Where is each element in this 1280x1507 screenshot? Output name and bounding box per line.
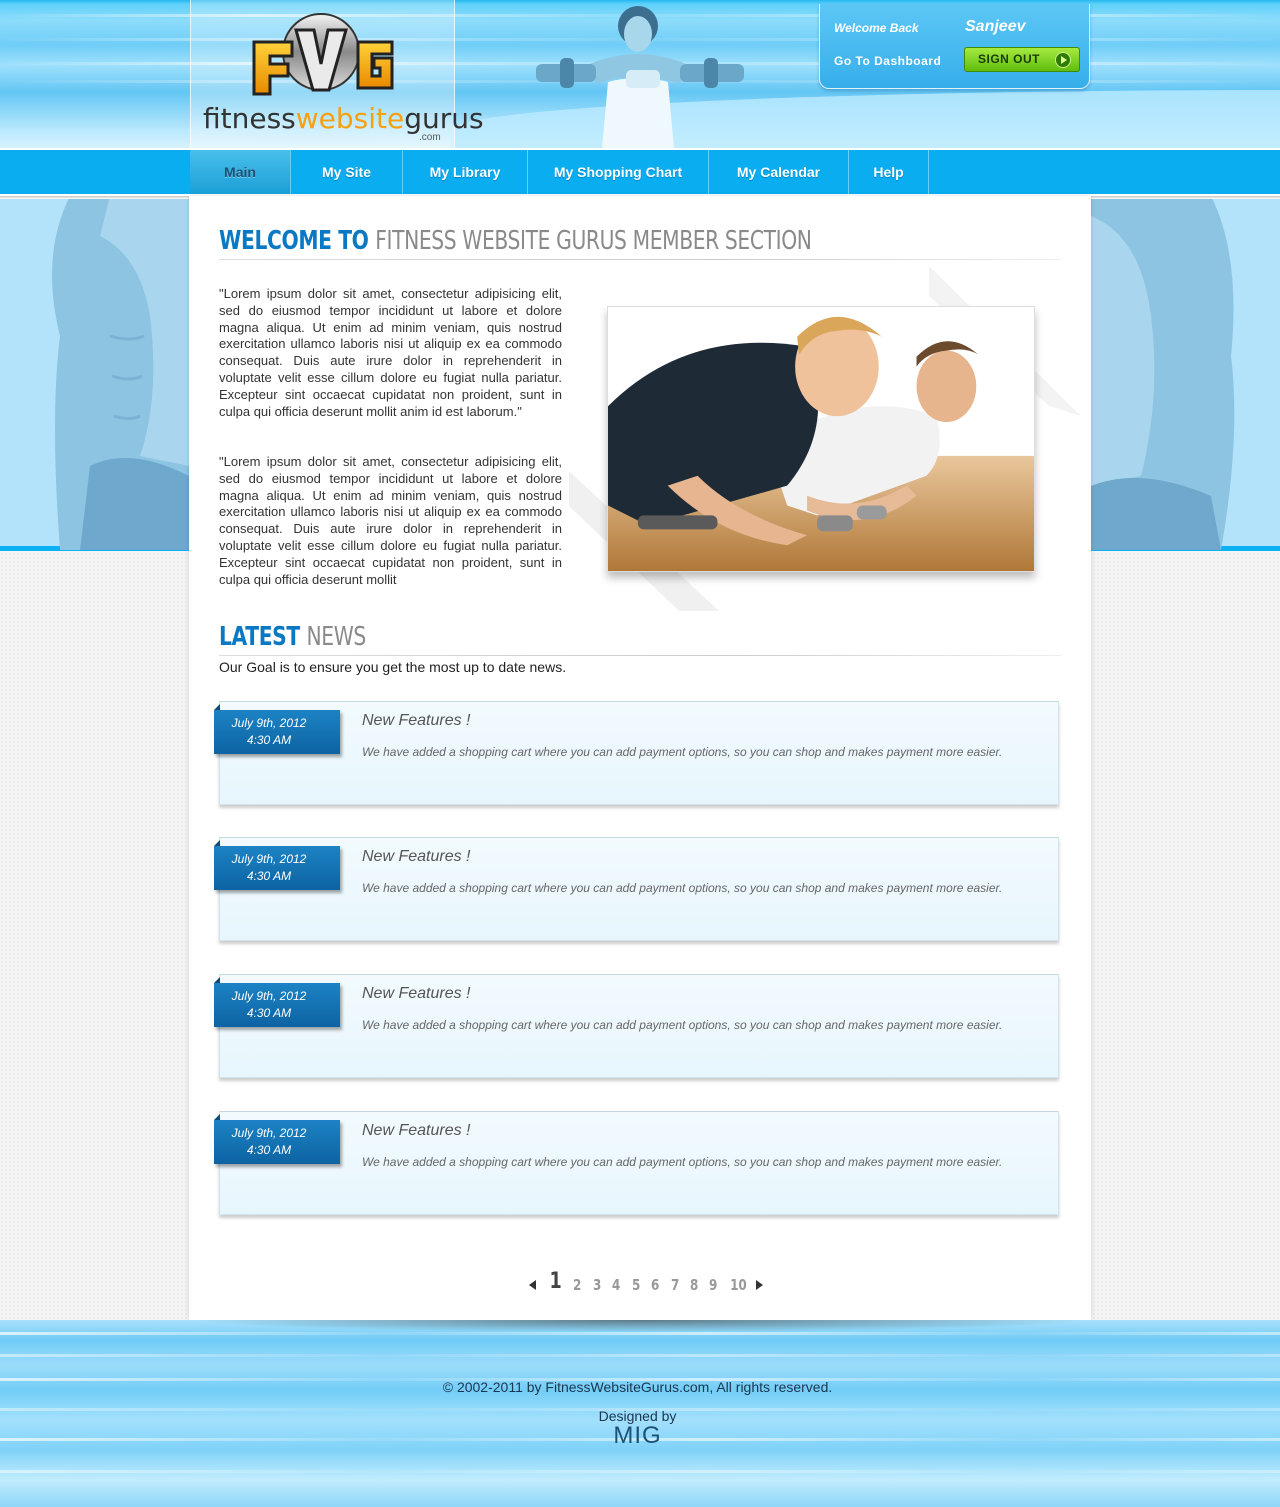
page-link-7[interactable]: 7: [671, 1276, 679, 1294]
copyright-text: © 2002-2011 by FitnessWebsiteGurus.com, …: [442, 1379, 833, 1395]
news-text: We have added a shopping cart where you …: [362, 1155, 1003, 1169]
page-link-1[interactable]: 1: [550, 1270, 562, 1294]
news-date: July 9th, 2012: [231, 1126, 307, 1140]
nav-item-my-site[interactable]: My Site: [291, 150, 403, 194]
welcome-paragraph-1: "Lorem ipsum dolor sit amet, consectetur…: [219, 286, 562, 419]
page-link-5[interactable]: 5: [632, 1276, 640, 1294]
nav-item-my-shopping-chart[interactable]: My Shopping Chart: [528, 150, 709, 194]
dashboard-link[interactable]: Go To Dashboard: [834, 54, 941, 68]
logo-wordmark: fitnesswebsitegurus: [203, 102, 484, 135]
welcome-back-label: Welcome Back: [834, 21, 919, 35]
news-divider: [219, 655, 1061, 656]
featured-photo-frame: [569, 266, 1081, 611]
logo[interactable]: fitnesswebsitegurus .com: [190, 0, 484, 148]
news-item[interactable]: July 9th, 2012 4:30 AM New Features ! We…: [214, 974, 1059, 1078]
news-item[interactable]: July 9th, 2012 4:30 AM New Features ! We…: [214, 1111, 1059, 1215]
news-time: 4:30 AM: [246, 869, 292, 883]
page-link-10[interactable]: 10: [730, 1276, 747, 1294]
news-date: July 9th, 2012: [231, 852, 307, 866]
content-shadow: [190, 1320, 1090, 1332]
news-item[interactable]: July 9th, 2012 4:30 AM New Features ! We…: [214, 701, 1059, 805]
news-date-tag: July 9th, 2012 4:30 AM: [214, 840, 340, 890]
news-title[interactable]: New Features !: [362, 712, 470, 730]
play-icon: [1055, 52, 1071, 68]
news-text: We have added a shopping cart where you …: [362, 1018, 1003, 1032]
news-heading: LATEST NEWS: [219, 622, 366, 652]
news-text: We have added a shopping cart where you …: [362, 881, 1003, 895]
main-content: WELCOME TO FITNESS WEBSITE GURUS MEMBER …: [189, 196, 1091, 1320]
news-time: 4:30 AM: [246, 1143, 292, 1157]
page-link-2[interactable]: 2: [573, 1276, 581, 1294]
page-link-4[interactable]: 4: [612, 1276, 620, 1294]
header-athlete-image: [536, 6, 744, 148]
news-date-tag: July 9th, 2012 4:30 AM: [214, 977, 340, 1027]
sign-out-label: SIGN OUT: [978, 52, 1041, 66]
nav-item-my-library[interactable]: My Library: [403, 150, 528, 194]
prev-page-icon[interactable]: [529, 1280, 536, 1290]
sign-out-button[interactable]: SIGN OUT: [964, 47, 1080, 72]
nav-item-help[interactable]: Help: [849, 150, 929, 194]
welcome-divider: [219, 259, 1061, 260]
page-link-8[interactable]: 8: [690, 1276, 698, 1294]
designer-name[interactable]: MIG: [0, 1422, 1275, 1450]
pagination: 1 2 3 4 5 6 7 8 9 10: [529, 1270, 763, 1294]
welcome-heading: WELCOME TO FITNESS WEBSITE GURUS MEMBER …: [219, 226, 812, 256]
news-item[interactable]: July 9th, 2012 4:30 AM New Features ! We…: [214, 837, 1059, 941]
news-date: July 9th, 2012: [231, 989, 307, 1003]
news-time: 4:30 AM: [246, 733, 292, 747]
logo-emblem-icon: [252, 13, 394, 96]
page-link-6[interactable]: 6: [651, 1276, 659, 1294]
news-title[interactable]: New Features !: [362, 985, 470, 1003]
page-link-9[interactable]: 9: [709, 1276, 717, 1294]
news-title[interactable]: New Features !: [362, 1122, 470, 1140]
torso-right-image: [1091, 196, 1235, 550]
username-label: Sanjeev: [965, 18, 1026, 35]
news-date: July 9th, 2012: [231, 716, 307, 730]
news-date-tag: July 9th, 2012 4:30 AM: [214, 704, 340, 754]
news-title[interactable]: New Features !: [362, 848, 470, 866]
main-nav: Main My Site My Library My Shopping Char…: [0, 148, 1280, 196]
logo-domain: .com: [419, 132, 441, 143]
news-text: We have added a shopping cart where you …: [362, 745, 1003, 759]
welcome-paragraph-2: "Lorem ipsum dolor sit amet, consectetur…: [219, 454, 562, 587]
news-subtitle: Our Goal is to ensure you get the most u…: [219, 659, 567, 675]
torso-left-image: [52, 196, 189, 550]
page-link-3[interactable]: 3: [593, 1276, 601, 1294]
user-panel: Welcome Back Sanjeev Go To Dashboard SIG…: [819, 4, 1090, 89]
news-date-tag: July 9th, 2012 4:30 AM: [214, 1114, 340, 1164]
nav-item-my-calendar[interactable]: My Calendar: [709, 150, 849, 194]
next-page-icon[interactable]: [755, 1280, 763, 1290]
workout-couple-photo: [607, 306, 1035, 572]
nav-item-main[interactable]: Main: [190, 150, 291, 194]
news-time: 4:30 AM: [246, 1006, 292, 1020]
